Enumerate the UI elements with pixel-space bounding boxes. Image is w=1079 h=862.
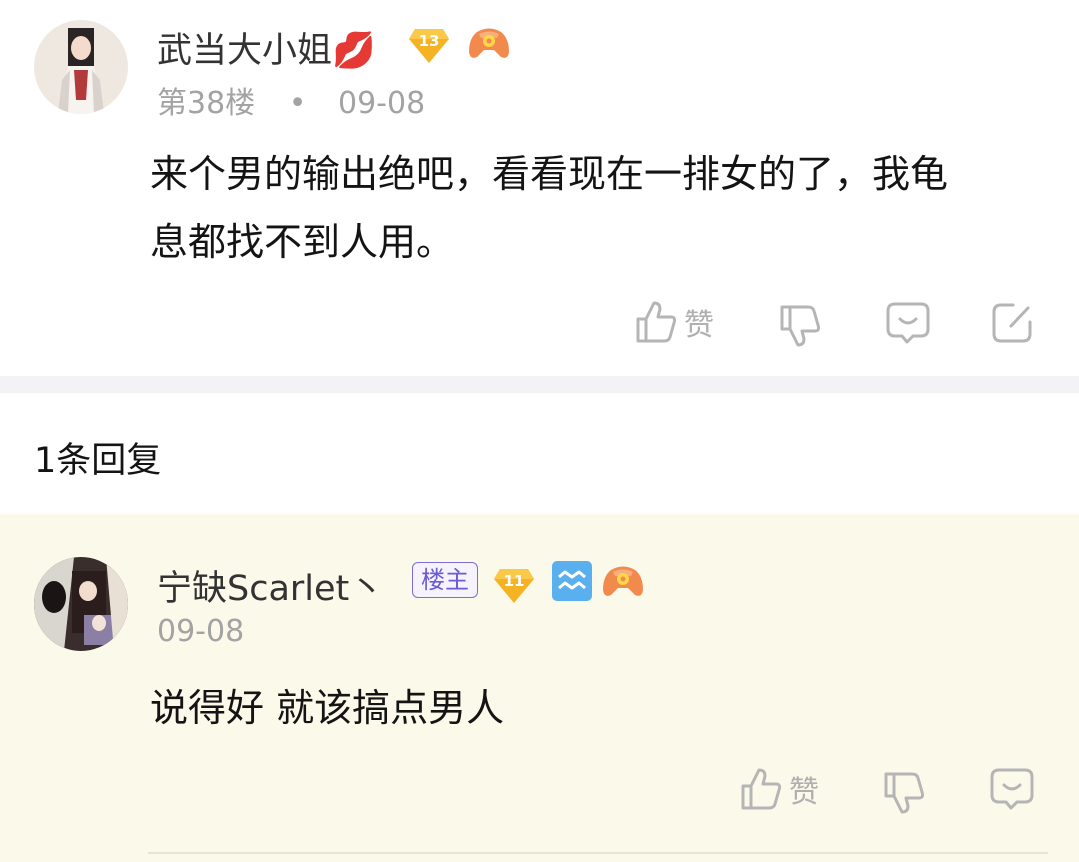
level-diamond-icon: 13 bbox=[408, 25, 450, 69]
reply-divider bbox=[148, 852, 1048, 854]
dislike-icon bbox=[780, 305, 821, 347]
author-avatar[interactable] bbox=[34, 20, 128, 114]
post-date: 09-08 bbox=[337, 86, 426, 121]
lips-icon: 💋 bbox=[332, 31, 376, 71]
like-icon bbox=[741, 768, 782, 810]
like-label: 赞 bbox=[684, 308, 714, 343]
reply-card: 宁缺Scarlet丶 楼主 11 09-08 说得好 就该搞点男人 赞 bbox=[0, 514, 1079, 862]
comment-icon bbox=[990, 768, 1034, 810]
author-name[interactable]: 武当大小姐💋 bbox=[157, 22, 376, 73]
op-tag: 楼主 bbox=[412, 562, 478, 598]
comment-icon bbox=[886, 302, 930, 344]
level-number: 13 bbox=[419, 32, 440, 50]
aquarius-icon bbox=[552, 561, 592, 605]
gamepad-icon bbox=[601, 564, 645, 604]
like-label: 赞 bbox=[789, 775, 819, 810]
gamepad-icon bbox=[467, 26, 511, 66]
reply-content: 说得好 就该搞点男人 bbox=[150, 686, 505, 730]
author-name-text: 武当大小姐 bbox=[157, 31, 333, 71]
level-number: 11 bbox=[504, 572, 525, 590]
section-divider bbox=[0, 376, 1079, 393]
post-content-line: 息都找不到人用。 bbox=[150, 220, 455, 264]
reply-author-name[interactable]: 宁缺Scarlet丶 bbox=[157, 560, 384, 611]
post-card: 武当大小姐💋 13 第38楼 • 09-08 来个男的输出绝吧，看看现在一排女的… bbox=[0, 0, 1079, 376]
reply-count: 1条回复 bbox=[34, 441, 162, 481]
comment-button[interactable] bbox=[885, 301, 931, 345]
post-meta: 第38楼 • 09-08 bbox=[157, 78, 425, 122]
post-content: 来个男的输出绝吧，看看现在一排女的了，我龟 息都找不到人用。 bbox=[150, 140, 1050, 276]
reply-date: 09-08 bbox=[157, 614, 245, 649]
like-icon bbox=[636, 301, 677, 343]
dislike-button[interactable] bbox=[778, 303, 822, 349]
level-diamond-icon: 11 bbox=[493, 565, 535, 609]
dislike-button[interactable] bbox=[882, 770, 926, 816]
post-content-line: 来个男的输出绝吧，看看现在一排女的了，我龟 bbox=[150, 152, 949, 196]
share-button[interactable] bbox=[991, 302, 1033, 344]
meta-separator: • bbox=[288, 86, 307, 121]
share-icon bbox=[992, 303, 1032, 343]
like-button[interactable]: 赞 bbox=[739, 766, 819, 812]
dislike-icon bbox=[884, 772, 925, 814]
like-button[interactable]: 赞 bbox=[634, 299, 714, 345]
comment-button[interactable] bbox=[989, 767, 1035, 811]
floor-number: 第38楼 bbox=[157, 86, 256, 121]
reply-author-avatar[interactable] bbox=[34, 557, 128, 651]
